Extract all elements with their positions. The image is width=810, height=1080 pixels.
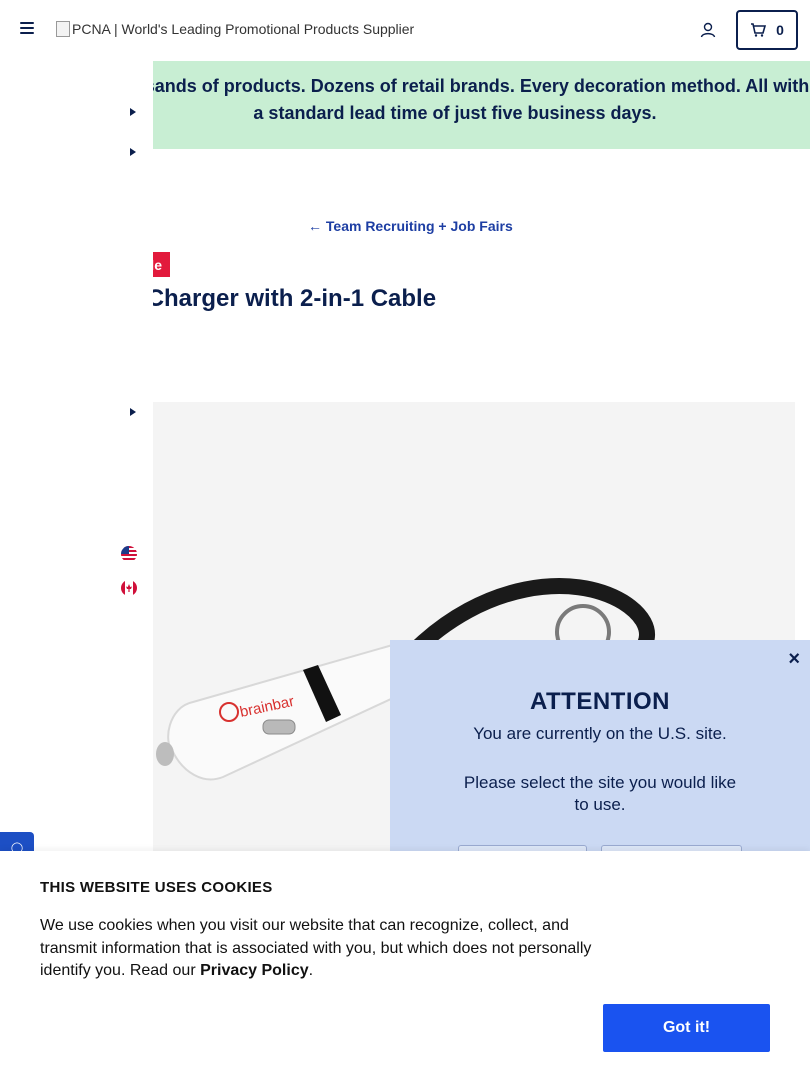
site-logo[interactable]: PCNA | World's Leading Promotional Produ… (56, 21, 414, 37)
ca-flag-icon[interactable] (121, 580, 137, 596)
cookie-body-text: We use cookies when you visit our websit… (40, 917, 592, 979)
back-to-category-link[interactable]: ← Team Recruiting + Job Fairs (308, 218, 513, 234)
cart-icon (751, 23, 767, 37)
cookie-body: We use cookies when you visit our websit… (40, 915, 600, 983)
modal-heading: ATTENTION (529, 688, 671, 715)
menu-expand-arrow-icon[interactable] (130, 148, 136, 156)
page: PCNA | World's Leading Promotional Produ… (0, 0, 810, 1080)
hamburger-menu-icon[interactable] (20, 22, 36, 38)
modal-message-current-site: You are currently on the U.S. site. (473, 724, 727, 743)
menu-expand-arrow-icon[interactable] (130, 108, 136, 116)
menu-expand-arrow-icon[interactable] (130, 408, 136, 416)
product-title: Car Charger with 2-in-1 Cable (100, 285, 437, 312)
logo-alt-text: PCNA | World's Leading Promotional Produ… (72, 21, 415, 37)
promo-banner-text: Thousands of products. Dozens of retail … (100, 76, 810, 123)
modal-message-select: Please select the site you would like to… (463, 773, 737, 814)
cookie-banner: THIS WEBSITE USES COOKIES We use cookies… (0, 851, 810, 1080)
site-header: PCNA | World's Leading Promotional Produ… (0, 0, 810, 61)
cookie-heading: THIS WEBSITE USES COOKIES (40, 879, 273, 896)
accept-cookies-button[interactable]: Got it! (603, 1004, 770, 1052)
account-icon[interactable] (700, 22, 716, 38)
broken-image-icon (56, 21, 70, 37)
close-icon[interactable]: × (788, 648, 800, 671)
cookie-body-suffix: . (308, 962, 314, 979)
cart-button[interactable]: 0 (736, 10, 798, 50)
cart-count: 0 (776, 22, 784, 38)
privacy-policy-link[interactable]: Privacy Policy (200, 962, 309, 979)
us-flag-icon[interactable] (121, 546, 137, 562)
